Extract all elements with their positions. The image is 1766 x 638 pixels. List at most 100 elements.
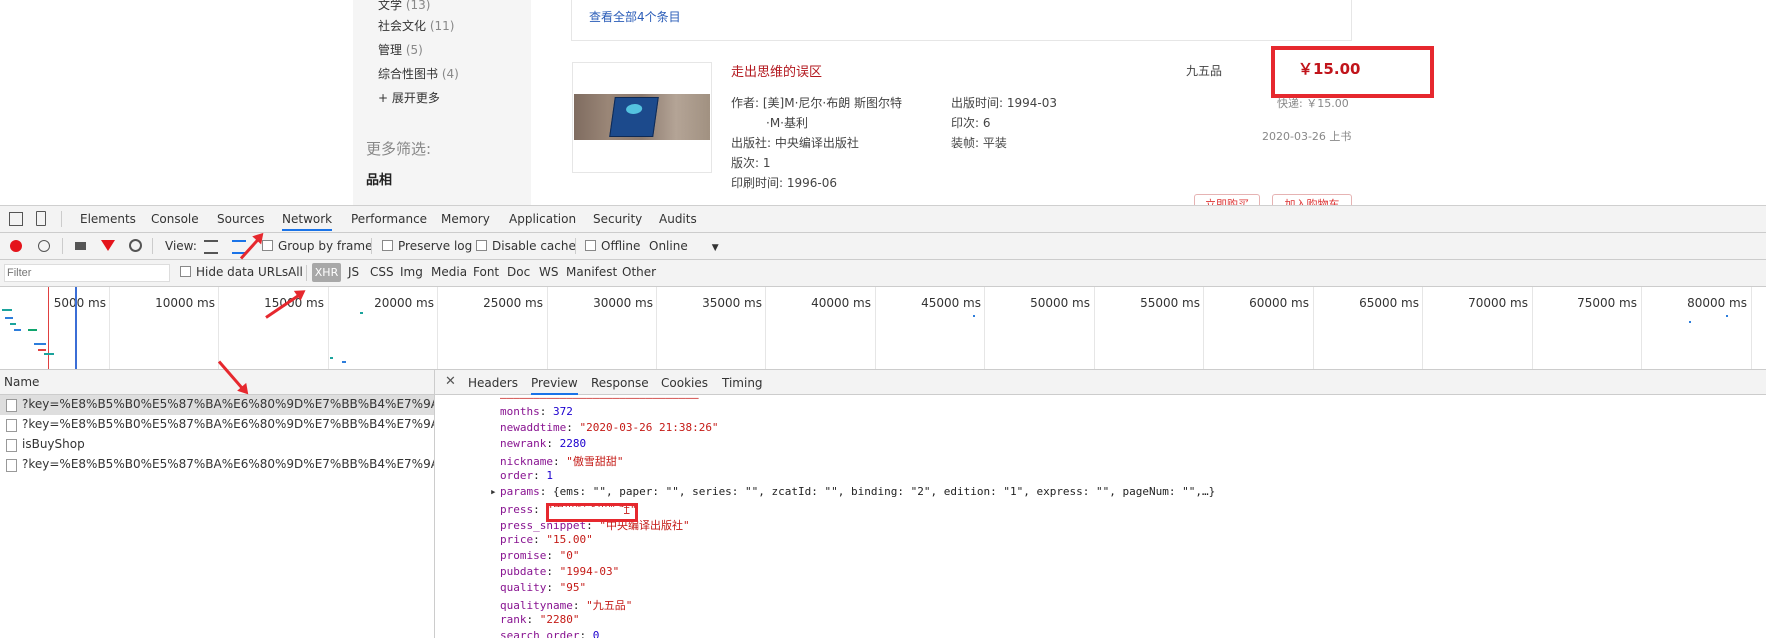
filter-img[interactable]: Img — [400, 265, 423, 279]
add-cart-button[interactable]: 加入购物车 — [1272, 194, 1352, 205]
author-field: 作者: [美]M·尼尔·布朗 斯图尔特 — [731, 96, 903, 110]
load-event-line — [48, 287, 49, 369]
product-title[interactable]: 走出思维的误区 — [731, 61, 822, 80]
network-overview-timeline[interactable]: 5000 ms 10000 ms 15000 ms 20000 ms 25000… — [0, 287, 1766, 370]
tab-sources[interactable]: Sources — [217, 212, 264, 226]
tab-security[interactable]: Security — [593, 212, 642, 226]
filter-doc[interactable]: Doc — [507, 265, 530, 279]
category-sidebar: 文学 (13) 社会文化 (11) 管理 (5) 综合性图书 (4) + 展开更… — [353, 0, 531, 205]
filter-bar: Hide data URLs All XHR JS CSS Img Media … — [0, 260, 1766, 287]
book-photo — [574, 94, 710, 140]
tab-console[interactable]: Console — [151, 212, 199, 226]
view-label: View: — [165, 239, 197, 253]
filter-js[interactable]: JS — [348, 265, 359, 279]
preview-property: price: "15.00" — [500, 533, 593, 546]
file-icon — [6, 439, 17, 452]
record-icon[interactable] — [10, 240, 22, 252]
screenshot-icon[interactable] — [75, 242, 86, 250]
filter-css[interactable]: CSS — [370, 265, 394, 279]
filter-icon[interactable] — [101, 240, 115, 251]
search-icon[interactable] — [129, 239, 142, 252]
category-item-management[interactable]: 管理 (5) — [378, 41, 423, 58]
devtools-tab-bar: Elements Console Sources Network Perform… — [0, 206, 1766, 233]
property-key: newaddtime — [500, 421, 567, 434]
filter-all[interactable]: All — [288, 265, 303, 279]
category-item-literature[interactable]: 文学 (13) — [378, 0, 430, 13]
preview-property: rank: "2280" — [500, 613, 580, 626]
preview-property[interactable]: ▸ params: {ems: "", paper: "", series: ""… — [490, 485, 1215, 498]
binding-field: 装帧: 平装 — [951, 136, 1007, 150]
list-view-icon[interactable] — [204, 240, 218, 254]
view-all-link[interactable]: 查看全部4个条目 — [589, 8, 681, 25]
inspect-icon[interactable] — [9, 212, 23, 226]
filter-other[interactable]: Other — [622, 265, 656, 279]
property-value: 372 — [553, 405, 573, 418]
property-value: "0" — [559, 549, 580, 562]
expand-triangle-icon[interactable]: ▸ — [490, 485, 497, 498]
hide-data-urls-checkbox[interactable] — [180, 266, 191, 277]
property-key: press — [500, 503, 534, 516]
group-by-frame-toggle[interactable]: Group by frame — [262, 239, 372, 253]
buy-now-button[interactable]: 立即购买 — [1194, 194, 1260, 205]
property-key: price — [500, 533, 534, 546]
tab-performance[interactable]: Performance — [351, 212, 427, 226]
preview-property: newrank: 2280 — [500, 437, 587, 450]
offline-checkbox[interactable] — [585, 240, 596, 251]
request-detail: ✕ Headers Preview Response Cookies Timin… — [435, 370, 1766, 638]
preserve-log-toggle[interactable]: Preserve log — [382, 239, 472, 253]
tab-network[interactable]: Network — [282, 212, 333, 231]
property-key: qualityname — [500, 599, 573, 612]
throttle-select[interactable]: Online ▼ — [649, 239, 719, 253]
category-item-society-culture[interactable]: 社会文化 (11) — [378, 17, 454, 34]
preserve-log-checkbox[interactable] — [382, 240, 393, 251]
pub-time-field: 出版时间: 1994-03 — [951, 96, 1057, 110]
timeline-label: 5000 ms — [53, 296, 106, 310]
tab-elements[interactable]: Elements — [80, 212, 136, 226]
category-item-general[interactable]: 综合性图书 (4) — [378, 65, 459, 82]
timeline-label: 75000 ms — [1577, 296, 1637, 310]
tab-memory[interactable]: Memory — [441, 212, 490, 226]
more-filters-heading: 更多筛选: — [366, 140, 432, 158]
group-by-frame-checkbox[interactable] — [262, 240, 273, 251]
request-row[interactable]: ?key=%E8%B5%B0%E5%87%BA%E6%80%9D%E7%BB%B… — [0, 455, 434, 475]
property-key: quality — [500, 581, 547, 594]
property-key: newrank — [500, 437, 547, 450]
filter-input[interactable] — [4, 264, 170, 282]
request-row[interactable]: ?key=%E8%B5%B0%E5%87%BA%E6%80%9D%E7%BB%B… — [0, 395, 434, 415]
close-icon[interactable]: ✕ — [445, 374, 456, 389]
request-row[interactable]: ?key=%E8%B5%B0%E5%87%BA%E6%80%9D%E7%BB%B… — [0, 415, 434, 435]
property-value: "1994-03" — [559, 565, 620, 578]
device-toolbar-icon[interactable] — [36, 211, 46, 226]
chevron-down-icon: ▼ — [711, 243, 719, 253]
filter-manifest[interactable]: Manifest — [566, 265, 617, 279]
timeline-label: 80000 ms — [1687, 296, 1747, 310]
preview-property: qualityname: "九五品" — [500, 599, 633, 612]
clear-icon[interactable] — [38, 240, 50, 252]
preview-property: months: 372 — [500, 405, 573, 418]
tab-audits[interactable]: Audits — [659, 212, 697, 226]
tab-timing[interactable]: Timing — [722, 376, 763, 390]
disable-cache-checkbox[interactable] — [476, 240, 487, 251]
request-row[interactable]: isBuyShop — [0, 435, 434, 455]
tab-application[interactable]: Application — [509, 212, 576, 226]
offline-toggle[interactable]: Offline — [585, 239, 640, 253]
name-column-header[interactable]: Name — [0, 370, 434, 395]
preview-property: promise: "0" — [500, 549, 580, 562]
expand-more-link[interactable]: + 展开更多 — [378, 89, 440, 106]
tab-cookies[interactable]: Cookies — [661, 376, 708, 390]
filter-font[interactable]: Font — [473, 265, 499, 279]
tab-preview[interactable]: Preview — [531, 376, 578, 395]
shelf-date: 2020-03-26 上书 — [1262, 130, 1352, 143]
tab-response[interactable]: Response — [591, 376, 649, 390]
preview-property: quality: "95" — [500, 581, 587, 594]
highlight-box-price — [1271, 46, 1434, 98]
book-thumbnail[interactable] — [572, 62, 712, 173]
filter-ws[interactable]: WS — [539, 265, 558, 279]
tab-headers[interactable]: Headers — [468, 376, 518, 390]
property-value: 2280 — [559, 437, 587, 450]
filter-media[interactable]: Media — [431, 265, 467, 279]
disable-cache-toggle[interactable]: Disable cache — [476, 239, 576, 253]
hide-data-urls-toggle[interactable]: Hide data URLs — [180, 265, 288, 279]
preview-property: pubdate: "1994-03" — [500, 565, 620, 578]
filter-xhr[interactable]: XHR — [312, 263, 341, 282]
